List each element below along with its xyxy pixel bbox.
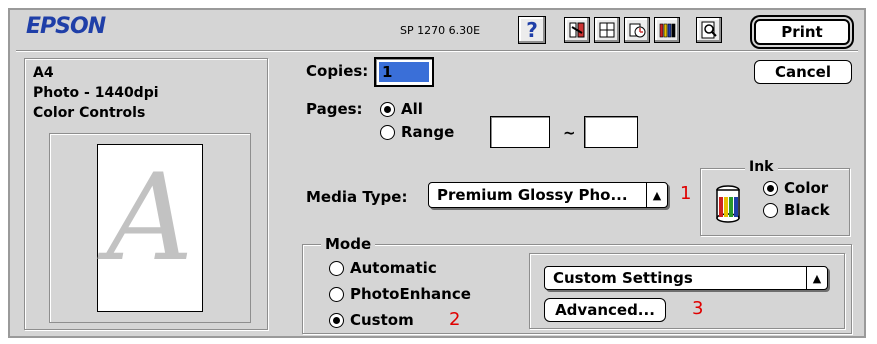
callout-2: 2 (449, 309, 461, 330)
range-separator: ~ (563, 124, 576, 142)
mode-custom-radio[interactable]: Custom (329, 311, 414, 329)
callout-3: 3 (692, 298, 704, 319)
custom-settings-value: Custom Settings (553, 269, 693, 287)
ink-group-title: Ink (745, 159, 778, 175)
utility-icon (569, 22, 585, 38)
range-from-field[interactable] (490, 116, 550, 148)
pages-all-radio[interactable]: All (380, 100, 423, 118)
callout-1: 1 (680, 183, 692, 204)
custom-settings-box: Custom Settings ▲ Advanced... 3 (529, 253, 845, 329)
pages-range-label: Range (401, 123, 455, 141)
ink-black-radio-button[interactable] (763, 202, 778, 218)
summary-color: Color Controls (33, 105, 146, 121)
copies-value: 1 (382, 63, 393, 81)
summary-paper: A4 (33, 65, 54, 81)
media-type-label: Media Type: (306, 188, 408, 206)
ink-color-radio[interactable]: Color (763, 179, 828, 197)
preview-icon (701, 21, 717, 39)
driver-version: SP 1270 6.30E (400, 24, 481, 37)
background-printing-button[interactable] (624, 17, 650, 43)
header-divider-highlight (16, 51, 858, 52)
mode-custom-label: Custom (350, 311, 414, 329)
ink-group: Ink Color Black (700, 159, 850, 236)
ink-black-label: Black (784, 201, 830, 219)
mode-photoenhance-radio[interactable]: PhotoEnhance (329, 285, 471, 303)
range-to-field[interactable] (584, 116, 638, 148)
pages-all-label: All (401, 100, 423, 118)
mode-photoenhance-radio-button[interactable] (329, 286, 344, 302)
dialog-frame: EPSON SP 1270 6.30E ? Print Cancel A4 Ph… (8, 8, 866, 338)
mode-group: Mode Automatic PhotoEnhance Custom 2 Cus… (302, 235, 852, 334)
mode-group-title: Mode (321, 235, 376, 253)
layout-button[interactable] (594, 17, 620, 43)
page-preview: A (97, 144, 203, 312)
mode-automatic-label: Automatic (350, 259, 437, 277)
ink-cartridge-icon (716, 185, 740, 223)
mode-automatic-radio-button[interactable] (329, 260, 344, 276)
pages-range-radio-button[interactable] (380, 124, 395, 140)
ink-color-label: Color (784, 179, 829, 197)
preview-letter: A (106, 149, 194, 288)
mode-automatic-radio[interactable]: Automatic (329, 259, 437, 277)
help-icon: ? (526, 18, 538, 42)
preview-button[interactable] (696, 17, 722, 43)
mode-photoenhance-label: PhotoEnhance (350, 285, 471, 303)
utility-button[interactable] (564, 17, 590, 43)
page-preview-box: A (49, 133, 251, 323)
ink-color-radio-button[interactable] (763, 180, 778, 196)
popup-arrows-icon: ▲ (646, 183, 667, 207)
advanced-button[interactable]: Advanced... (544, 298, 666, 322)
ink-levels-icon (659, 23, 676, 38)
cancel-button[interactable]: Cancel (754, 60, 852, 84)
print-dialog: EPSON SP 1270 6.30E ? Print Cancel A4 Ph… (0, 0, 877, 344)
mode-custom-radio-button[interactable] (329, 312, 344, 328)
ink-black-radio[interactable]: Black (763, 201, 830, 219)
settings-summary-panel: A4 Photo - 1440dpi Color Controls A (24, 58, 268, 330)
media-type-popup[interactable]: Premium Glossy Pho... ▲ (428, 182, 668, 208)
pages-label: Pages: (306, 100, 363, 118)
pages-range-radio[interactable]: Range (380, 123, 454, 141)
brand-logo: EPSON (26, 14, 106, 39)
copies-field[interactable]: 1 (374, 57, 434, 87)
pages-all-radio-button[interactable] (380, 101, 395, 117)
summary-quality: Photo - 1440dpi (33, 85, 159, 101)
background-printing-icon (629, 23, 646, 38)
media-type-value: Premium Glossy Pho... (437, 186, 628, 204)
help-button[interactable]: ? (518, 16, 546, 44)
copies-label: Copies: (306, 62, 369, 80)
print-button[interactable]: Print (754, 19, 850, 45)
popup-arrows-icon: ▲ (806, 267, 827, 289)
custom-settings-popup[interactable]: Custom Settings ▲ (544, 266, 828, 290)
ink-levels-button[interactable] (654, 17, 680, 43)
layout-icon (599, 22, 615, 38)
